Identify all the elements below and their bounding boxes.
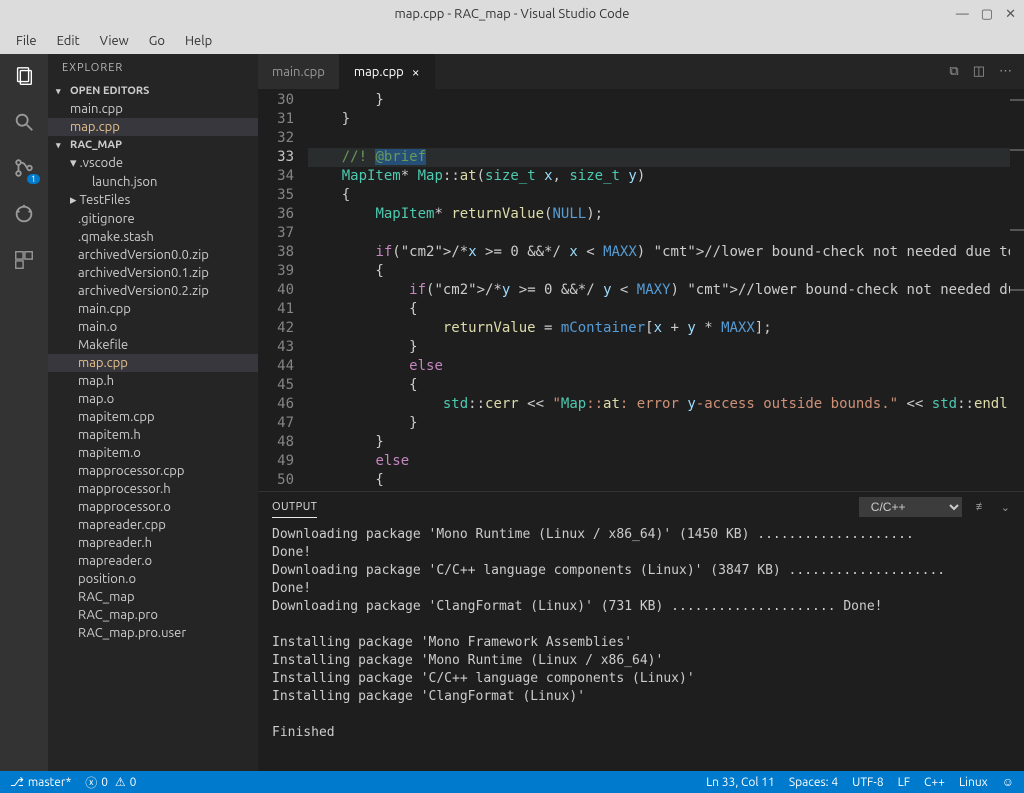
file-item[interactable]: launch.json <box>48 173 258 191</box>
folder-item[interactable]: ▾ .vscode <box>48 154 258 173</box>
extensions-icon[interactable] <box>10 246 38 274</box>
activity-bar: 1 <box>0 54 48 771</box>
menu-go[interactable]: Go <box>141 32 173 50</box>
menu-edit[interactable]: Edit <box>49 32 88 50</box>
file-item[interactable]: RAC_map.pro.user <box>48 624 258 642</box>
file-item[interactable]: main.cpp <box>48 300 258 318</box>
file-item[interactable]: mapreader.o <box>48 552 258 570</box>
explorer-icon[interactable] <box>10 62 38 90</box>
file-item[interactable]: mapprocessor.o <box>48 498 258 516</box>
status-encoding[interactable]: UTF-8 <box>852 775 883 789</box>
open-editors-header[interactable]: ▾OPEN EDITORS <box>48 82 258 100</box>
panel-tab-output[interactable]: OUTPUT <box>272 497 317 518</box>
status-spaces[interactable]: Spaces: 4 <box>789 775 838 789</box>
more-icon[interactable]: ⋯ <box>999 64 1012 79</box>
file-item[interactable]: mapprocessor.cpp <box>48 462 258 480</box>
menu-file[interactable]: File <box>8 32 45 50</box>
open-editor-item[interactable]: map.cpp <box>48 118 258 136</box>
menu-help[interactable]: Help <box>177 32 220 50</box>
minimap[interactable] <box>1010 89 1024 491</box>
file-item[interactable]: main.o <box>48 318 258 336</box>
code-editor[interactable]: 3031323334353637383940414243444546474849… <box>258 89 1024 491</box>
search-icon[interactable] <box>10 108 38 136</box>
status-feedback-icon[interactable]: ☺ <box>1002 775 1014 789</box>
project-header[interactable]: ▾RAC_MAP <box>48 136 258 154</box>
file-item[interactable]: .qmake.stash <box>48 228 258 246</box>
file-item[interactable]: RAC_map.pro <box>48 606 258 624</box>
chevron-down-icon: ▾ <box>56 86 66 97</box>
status-bar: ⎇ master* ⓧ 0 ⚠ 0 Ln 33, Col 11 Spaces: … <box>0 771 1024 793</box>
sidebar: EXPLORER ▾OPEN EDITORS main.cppmap.cpp ▾… <box>48 54 258 771</box>
file-item[interactable]: mapreader.cpp <box>48 516 258 534</box>
file-item[interactable]: RAC_map <box>48 588 258 606</box>
chevron-down-icon: ▾ <box>56 140 66 151</box>
file-item[interactable]: archivedVersion0.2.zip <box>48 282 258 300</box>
split-editor-icon[interactable]: ◫ <box>973 64 985 79</box>
file-item[interactable]: archivedVersion0.0.zip <box>48 246 258 264</box>
scm-badge: 1 <box>27 174 40 184</box>
status-cursor[interactable]: Ln 33, Col 11 <box>706 775 775 789</box>
window-title: map.cpp - RAC_map - Visual Studio Code <box>395 7 630 21</box>
file-item[interactable]: position.o <box>48 570 258 588</box>
status-eol[interactable]: LF <box>898 775 910 789</box>
file-item[interactable]: mapitem.cpp <box>48 408 258 426</box>
panel-toggle-icon[interactable]: ⌄ <box>1001 501 1010 514</box>
file-item[interactable]: mapitem.h <box>48 426 258 444</box>
open-editor-item[interactable]: main.cpp <box>48 100 258 118</box>
status-os[interactable]: Linux <box>959 775 988 789</box>
window-titlebar: map.cpp - RAC_map - Visual Studio Code —… <box>0 0 1024 28</box>
file-item[interactable]: map.h <box>48 372 258 390</box>
folder-item[interactable]: ▸ TestFiles <box>48 191 258 210</box>
editor-tab[interactable]: map.cpp× <box>340 54 435 89</box>
bottom-panel: OUTPUT C/C++ ≢ ⌄ Downloading package 'M… <box>258 491 1024 771</box>
debug-icon[interactable] <box>10 200 38 228</box>
output-channel-select[interactable]: C/C++ <box>859 497 962 517</box>
sidebar-title: EXPLORER <box>48 54 258 82</box>
file-item[interactable]: map.cpp <box>48 354 258 372</box>
status-problems[interactable]: ⓧ 0 ⚠ 0 <box>85 774 136 791</box>
clear-output-icon[interactable]: ≢ <box>976 501 987 513</box>
file-item[interactable]: mapreader.h <box>48 534 258 552</box>
file-item[interactable]: mapprocessor.h <box>48 480 258 498</box>
status-lang[interactable]: C++ <box>924 775 945 789</box>
maximize-icon[interactable]: ▢ <box>981 7 993 22</box>
editor-tabs: main.cppmap.cpp× ⧉ ◫ ⋯ <box>258 54 1024 89</box>
file-item[interactable]: mapitem.o <box>48 444 258 462</box>
menubar: File Edit View Go Help <box>0 28 1024 54</box>
file-item[interactable]: .gitignore <box>48 210 258 228</box>
file-item[interactable]: archivedVersion0.1.zip <box>48 264 258 282</box>
scm-icon[interactable]: 1 <box>10 154 38 182</box>
compare-icon[interactable]: ⧉ <box>949 64 958 79</box>
status-branch[interactable]: ⎇ master* <box>10 775 71 789</box>
minimize-icon[interactable]: — <box>956 7 969 22</box>
output-content[interactable]: Downloading package 'Mono Runtime (Linux… <box>258 522 1024 771</box>
close-icon[interactable]: ✕ <box>1005 7 1016 22</box>
editor-area: main.cppmap.cpp× ⧉ ◫ ⋯ 30313233343536373… <box>258 54 1024 771</box>
file-item[interactable]: Makefile <box>48 336 258 354</box>
editor-tab[interactable]: main.cpp <box>258 54 340 89</box>
tab-close-icon[interactable]: × <box>412 64 420 80</box>
menu-view[interactable]: View <box>92 32 137 50</box>
file-item[interactable]: map.o <box>48 390 258 408</box>
